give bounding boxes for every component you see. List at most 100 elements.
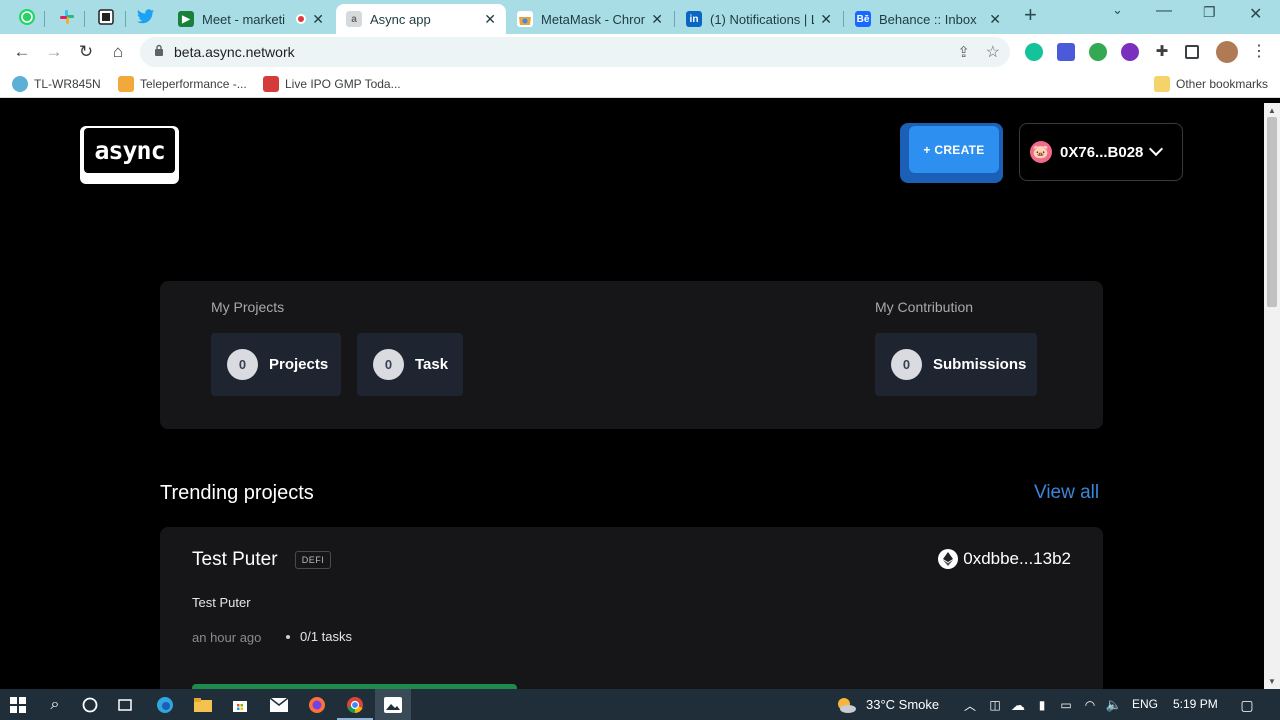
- minimize-button[interactable]: —: [1156, 2, 1172, 20]
- projects-count: 0: [227, 349, 258, 380]
- projects-card[interactable]: 0 Projects: [211, 333, 341, 396]
- async-logo[interactable]: async: [80, 126, 179, 180]
- bookmark-item[interactable]: TL-WR845N: [12, 76, 101, 92]
- trending-title: Trending projects: [160, 482, 314, 504]
- chevron-down-icon: [1149, 141, 1164, 157]
- onedrive-icon[interactable]: ☁: [1008, 695, 1028, 715]
- owner-address: 0xdbbe...13b2: [963, 549, 1071, 568]
- back-icon[interactable]: ←: [12, 42, 32, 62]
- google-meet-icon: ▶: [178, 11, 194, 27]
- close-icon[interactable]: ✕: [989, 11, 1001, 28]
- notifications-icon[interactable]: ▢: [1237, 695, 1257, 715]
- tab-search-icon[interactable]: ⌄: [1112, 2, 1123, 18]
- file-explorer-icon[interactable]: [193, 695, 213, 715]
- view-all-link[interactable]: View all: [1034, 482, 1099, 504]
- tab-strip: ▶ Meet - marketi ✕ a Async app ✕ MetaMas…: [0, 0, 1280, 34]
- browser-toolbar: ← → ↻ ⌂ beta.async.network ⇪ ☆ ✚ ⋮: [0, 34, 1280, 70]
- battery-icon[interactable]: ▭: [1056, 695, 1076, 715]
- bookmark-item[interactable]: Live IPO GMP Toda...: [263, 76, 401, 92]
- wifi-icon[interactable]: ◠: [1080, 695, 1100, 715]
- close-window-button[interactable]: ✕: [1249, 4, 1262, 24]
- home-icon[interactable]: ⌂: [108, 42, 128, 62]
- scroll-up-icon[interactable]: ▲: [1268, 106, 1276, 115]
- chevron-up-icon[interactable]: ︿: [960, 695, 980, 715]
- tab-title: (1) Notifications | Li: [710, 11, 815, 27]
- tab-async-app[interactable]: a Async app ✕: [336, 4, 506, 34]
- scrollbar-thumb[interactable]: [1267, 117, 1277, 307]
- tab-metamask[interactable]: MetaMask - Chrom ✕: [507, 4, 673, 34]
- other-bookmarks[interactable]: Other bookmarks: [1154, 76, 1268, 92]
- search-icon[interactable]: ⌕: [45, 695, 65, 715]
- other-bookmarks-label: Other bookmarks: [1176, 77, 1269, 91]
- close-icon[interactable]: ✕: [651, 11, 663, 28]
- bookmark-label: Teleperformance -...: [140, 77, 247, 91]
- separator-dot: [286, 635, 290, 639]
- tab-title: Async app: [370, 11, 431, 27]
- folder-icon: [1154, 76, 1170, 92]
- tab-separator: [843, 11, 844, 27]
- stats-panel: My Projects My Contribution 0 Projects 0…: [160, 281, 1103, 429]
- tab-linkedin[interactable]: in (1) Notifications | Li ✕: [676, 4, 842, 34]
- volume-icon[interactable]: 🔈: [1104, 695, 1124, 715]
- twitter-icon[interactable]: [135, 6, 157, 28]
- tab-title: MetaMask - Chrom: [541, 11, 646, 27]
- task-view-icon[interactable]: [115, 695, 135, 715]
- store-icon[interactable]: [230, 695, 250, 715]
- close-icon[interactable]: ✕: [484, 11, 496, 28]
- address-bar[interactable]: beta.async.network ⇪ ☆: [140, 37, 1010, 67]
- forward-icon[interactable]: →: [44, 42, 64, 62]
- microphone-icon[interactable]: ▮: [1032, 695, 1052, 715]
- task-label: Task: [415, 356, 449, 373]
- menu-kebab-icon[interactable]: ⋮: [1249, 42, 1269, 62]
- create-button[interactable]: + CREATE: [909, 126, 999, 173]
- my-contribution-label: My Contribution: [875, 299, 974, 315]
- weather-text[interactable]: 33°C Smoke: [866, 697, 939, 712]
- scroll-down-icon[interactable]: ▼: [1268, 677, 1276, 686]
- side-panel-icon[interactable]: [1185, 45, 1199, 59]
- weather-icon[interactable]: [834, 695, 858, 715]
- language-indicator[interactable]: ENG: [1132, 697, 1158, 711]
- bookmark-item[interactable]: Teleperformance -...: [118, 76, 247, 92]
- project-time: an hour ago: [192, 630, 262, 645]
- extensions-puzzle-icon[interactable]: ✚: [1153, 43, 1171, 61]
- check-extension-icon[interactable]: [1089, 43, 1107, 61]
- wallet-extension-icon[interactable]: [1121, 43, 1139, 61]
- reload-icon[interactable]: ↻: [76, 42, 96, 62]
- close-icon[interactable]: ✕: [312, 11, 324, 28]
- page-scrollbar[interactable]: ▲ ▼: [1264, 103, 1280, 689]
- project-card[interactable]: Test Puter DEFI 0xdbbe...13b2 Test Puter…: [160, 527, 1103, 689]
- restore-button[interactable]: ❐: [1203, 4, 1216, 21]
- cortana-icon[interactable]: [80, 695, 100, 715]
- project-name: Test Puter: [192, 549, 278, 570]
- wallet-button[interactable]: 🐷 0X76...B028: [1019, 123, 1183, 181]
- firefox-icon[interactable]: [307, 695, 327, 715]
- photos-icon[interactable]: [383, 695, 403, 715]
- task-count: 0: [373, 349, 404, 380]
- async-icon: a: [346, 11, 362, 27]
- edge-icon[interactable]: [155, 695, 175, 715]
- meet-now-icon[interactable]: ◫: [985, 695, 1005, 715]
- clock[interactable]: 5:19 PM: [1173, 697, 1218, 711]
- close-icon[interactable]: ✕: [820, 11, 832, 28]
- tab-behance[interactable]: Bē Behance :: Inbox ✕: [845, 4, 1011, 34]
- notion-icon[interactable]: [95, 6, 117, 28]
- new-tab-button[interactable]: +: [1024, 2, 1037, 28]
- chrome-webstore-icon: [517, 11, 533, 27]
- submissions-card[interactable]: 0 Submissions: [875, 333, 1037, 396]
- chrome-icon[interactable]: [345, 695, 365, 715]
- mail-icon[interactable]: [269, 695, 289, 715]
- whatsapp-icon[interactable]: [16, 6, 38, 28]
- project-description: Test Puter: [192, 595, 251, 610]
- windows-start-icon[interactable]: [8, 695, 28, 715]
- async-page: async + CREATE 🐷 0X76...B028 My Projects…: [0, 103, 1264, 689]
- task-card[interactable]: 0 Task: [357, 333, 463, 396]
- bookmark-star-icon[interactable]: ☆: [986, 42, 1000, 62]
- project-owner[interactable]: 0xdbbe...13b2: [938, 549, 1071, 569]
- tab-meet[interactable]: ▶ Meet - marketi ✕: [168, 4, 334, 34]
- profile-avatar[interactable]: [1216, 41, 1238, 63]
- extension-list-icon[interactable]: [1057, 43, 1075, 61]
- share-icon[interactable]: ⇪: [957, 43, 970, 61]
- grammarly-icon[interactable]: [1025, 43, 1043, 61]
- my-projects-label: My Projects: [211, 299, 285, 315]
- slack-icon[interactable]: [56, 6, 78, 28]
